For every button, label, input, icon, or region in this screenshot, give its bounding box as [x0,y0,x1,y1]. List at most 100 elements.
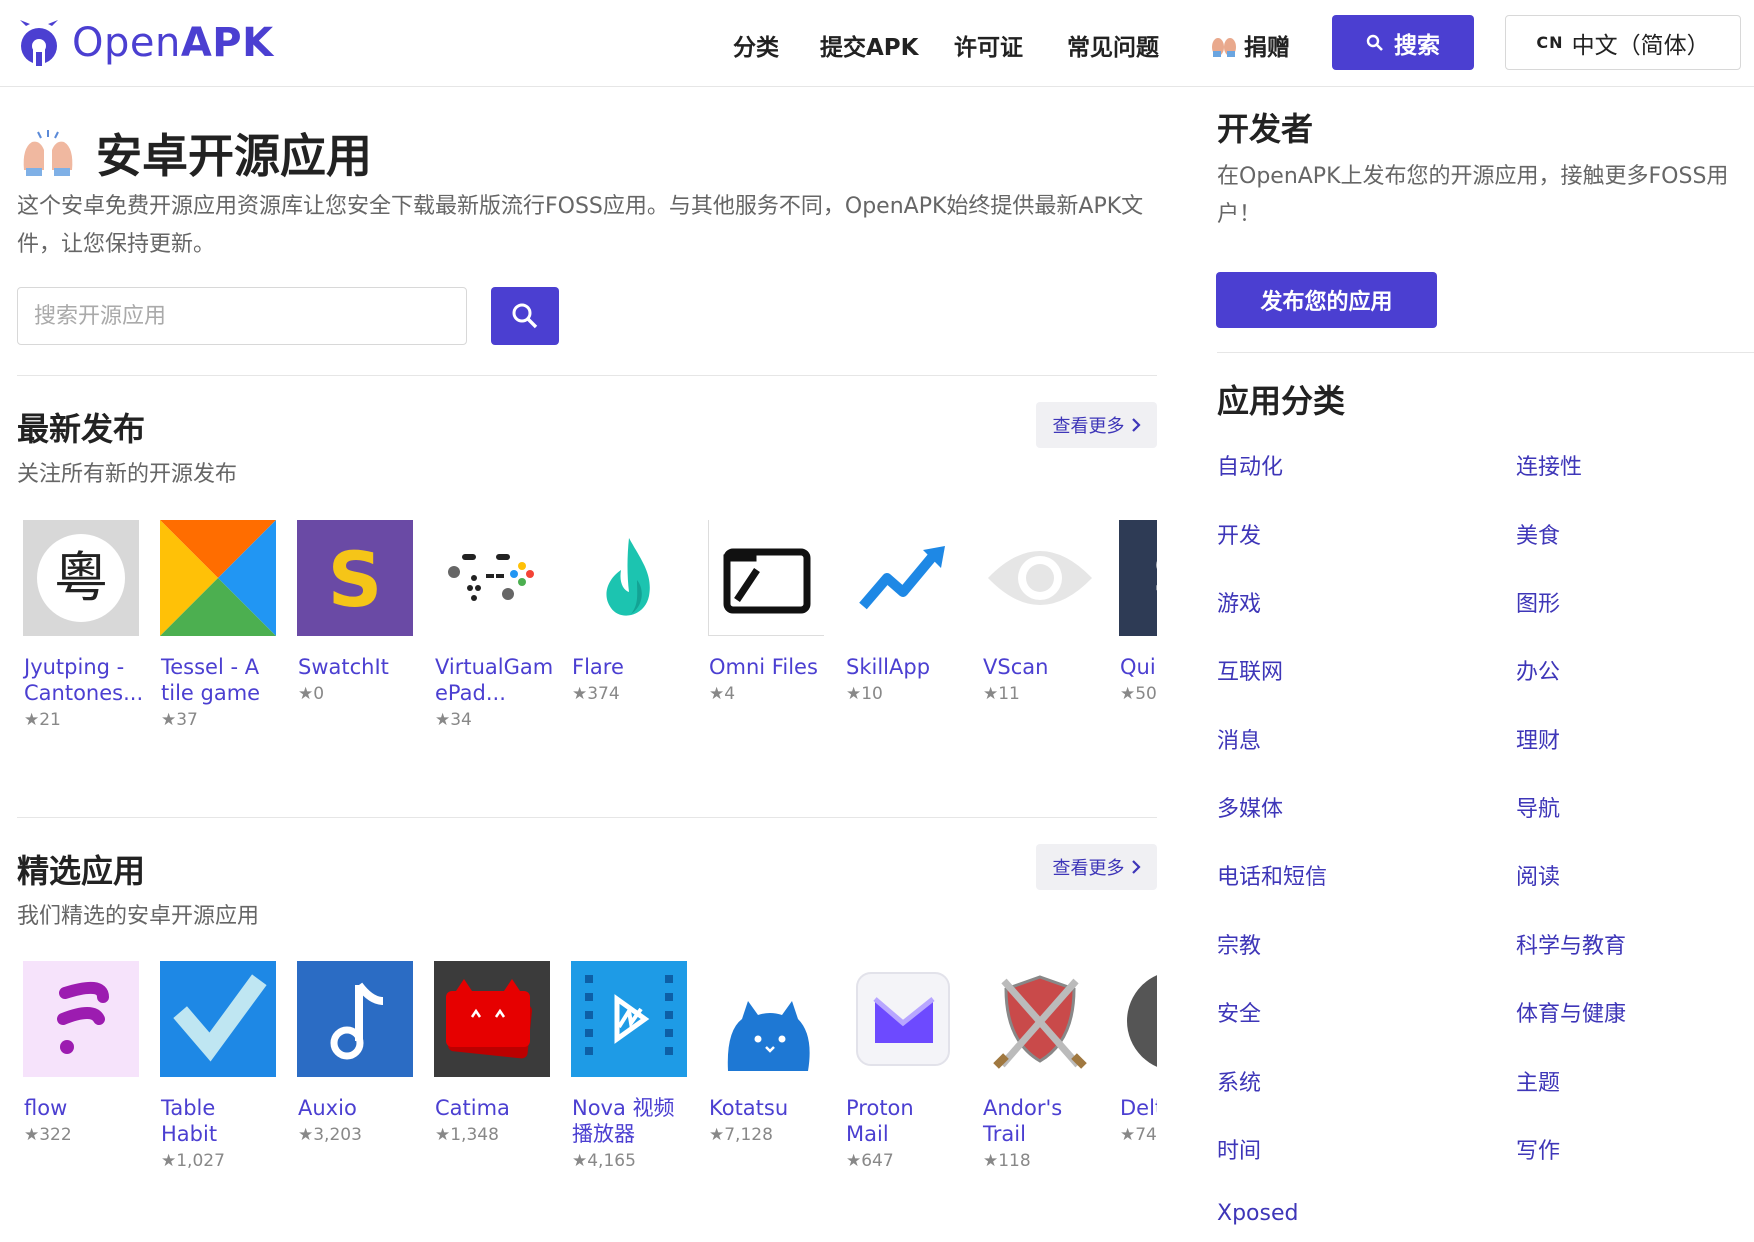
sidebar-divider [1217,352,1754,353]
category-link[interactable]: 主题 [1516,1065,1560,1097]
app-name: Kotatsu [709,1096,789,1120]
proton-mail-icon [845,961,961,1077]
app-name: VirtualGam ePad... [435,655,554,705]
quick-icon: S [1119,520,1157,636]
page-title: 安卓开源应用 [96,129,372,183]
app-card[interactable]: Nova 视频播放器 ★4,165 [565,961,695,1171]
category-link[interactable]: 图形 [1516,586,1560,618]
header-search-button[interactable]: 搜索 [1332,15,1474,70]
jyutping-icon: 粵 [23,520,139,636]
andors-trail-icon [982,961,1098,1077]
category-link[interactable]: 游戏 [1217,586,1261,618]
language-selector[interactable]: CN 中文（简体） [1505,15,1741,70]
raised-hands-icon [1212,38,1236,57]
category-link[interactable]: 电话和短信 [1217,859,1327,891]
category-link[interactable]: Xposed [1217,1201,1298,1226]
app-name: Delt Pacl [1120,1096,1157,1120]
view-more-label: 查看更多 [1052,858,1125,879]
openapk-logo[interactable]: OpenAPK [18,20,274,66]
nav-licenses[interactable]: 许可证 [954,28,1023,62]
app-name: Andor's Trail [983,1096,1063,1146]
app-name: flow [24,1096,68,1120]
category-link[interactable]: 写作 [1516,1133,1560,1165]
tessel-icon [160,520,276,636]
hero-description: 这个安卓免费开源应用资源库让您安全下载最新版流行FOSS应用。与其他服务不同，O… [17,194,1144,257]
category-link[interactable]: 宗教 [1217,928,1261,960]
app-stars: ★4 [709,684,736,704]
app-name: Proton Mail [846,1096,914,1146]
category-link[interactable]: 系统 [1217,1065,1261,1097]
kotatsu-icon [708,961,824,1077]
app-card[interactable]: Catima ★1,348 [428,961,558,1145]
nav-submit-apk[interactable]: 提交APK [820,28,918,62]
omni-files-icon [708,520,824,636]
svg-text:粵: 粵 [54,546,108,609]
latest-section-subtitle: 关注所有新的开源发布 [17,462,238,487]
gamepad-icon [434,520,550,636]
app-name: Omni Files [709,655,818,679]
category-link[interactable]: 体育与健康 [1516,996,1626,1028]
category-link[interactable]: 连接性 [1516,449,1582,481]
svg-text:S: S [1153,546,1157,604]
publish-app-button[interactable]: 发布您的应用 [1216,272,1437,328]
header-search-label: 搜索 [1394,32,1440,59]
app-search-button[interactable] [491,287,559,345]
app-stars: ★4,165 [572,1151,636,1171]
category-link[interactable]: 多媒体 [1217,791,1283,823]
latest-apps-row: 粵 Jyutping - Cantones... ★21 Tessel - A … [17,520,1157,760]
app-name: SwatchIt [298,655,389,679]
app-card[interactable]: Auxio ★3,203 [291,961,421,1145]
chevron-right-icon [1131,418,1141,432]
top-header: OpenAPK 分类 提交APK 许可证 常见问题 捐赠 搜索 CN 中文（简体… [0,0,1754,87]
categories-title: 应用分类 [1217,382,1346,420]
nav-donate-label: 捐赠 [1244,35,1290,61]
app-card[interactable]: Tessel - A tile game ★37 [154,520,284,730]
category-link[interactable]: 自动化 [1217,449,1283,481]
featured-view-more-button[interactable]: 查看更多 [1036,844,1157,890]
app-card[interactable]: S SwatchIt ★0 [291,520,421,704]
openapk-robot-logo-icon [20,20,58,66]
category-link[interactable]: 时间 [1217,1133,1261,1165]
category-link[interactable]: 办公 [1516,654,1560,686]
chevron-right-icon [1131,860,1141,874]
app-stars: ★374 [572,684,620,704]
app-card[interactable]: Omni Files ★4 [702,520,832,704]
app-card[interactable]: Andor's Trail ★118 [976,961,1106,1171]
featured-apps-row: flow ★322 Table Habit ★1,027 Auxio ★3,20… [17,961,1157,1201]
app-card[interactable]: VirtualGam ePad... ★34 [428,520,558,730]
app-card[interactable]: flow ★322 [17,961,147,1145]
lang-label: 中文（简体） [1571,32,1710,59]
nav-donate[interactable]: 捐赠 [1210,28,1290,62]
app-card[interactable]: VScan ★11 [976,520,1106,704]
app-card[interactable]: Table Habit ★1,027 [154,961,284,1171]
app-name: VScan [983,655,1049,679]
category-link[interactable]: 互联网 [1217,654,1283,686]
category-link[interactable]: 美食 [1516,518,1560,550]
app-card[interactable]: Flare ★374 [565,520,695,704]
app-card[interactable]: 粵 Jyutping - Cantones... ★21 [17,520,147,730]
app-card[interactable]: SkillApp ★10 [839,520,969,704]
app-card[interactable]: Kotatsu ★7,128 [702,961,832,1145]
view-more-label: 查看更多 [1052,416,1125,437]
app-card[interactable]: S Qui ★50 [1113,520,1157,704]
app-name: Qui [1120,655,1156,679]
app-stars: ★10 [846,684,883,704]
category-link[interactable]: 开发 [1217,518,1261,550]
category-link[interactable]: 安全 [1217,996,1261,1028]
category-link[interactable]: 消息 [1217,723,1261,755]
swatchit-icon: S [297,520,413,636]
app-stars: ★74 [1120,1125,1157,1145]
app-stars: ★0 [298,684,325,704]
latest-view-more-button[interactable]: 查看更多 [1036,402,1157,448]
app-card[interactable]: Delt Pacl ★74 [1113,961,1157,1145]
category-link[interactable]: 导航 [1516,791,1560,823]
app-card[interactable]: Proton Mail ★647 [839,961,969,1171]
app-stars: ★34 [435,710,472,730]
category-link[interactable]: 理财 [1516,723,1560,755]
category-link[interactable]: 阅读 [1516,859,1560,891]
app-search-input[interactable] [17,287,467,345]
category-link[interactable]: 科学与教育 [1516,928,1626,960]
featured-section-title: 精选应用 [17,852,146,890]
nav-categories[interactable]: 分类 [733,28,779,62]
nav-faq[interactable]: 常见问题 [1067,28,1159,62]
